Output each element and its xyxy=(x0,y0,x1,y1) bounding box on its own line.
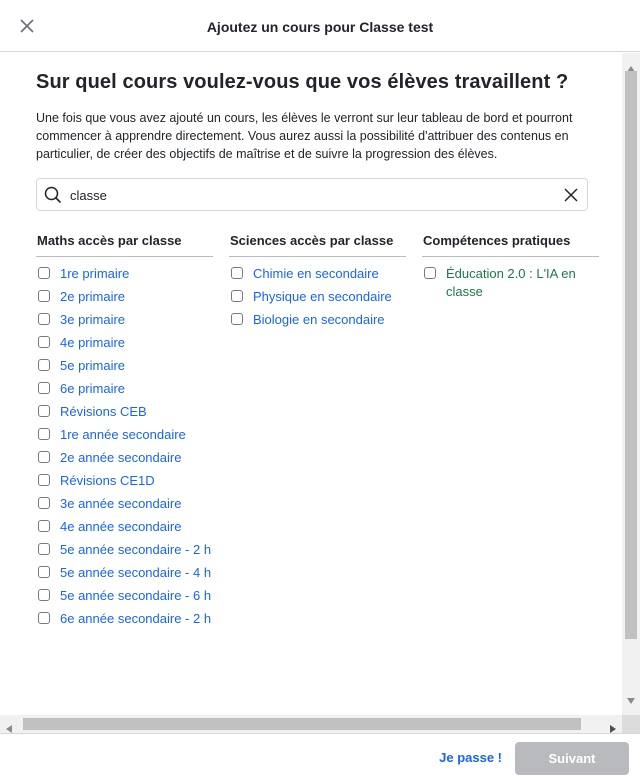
course-item[interactable]: Révisions CE1D xyxy=(36,472,213,490)
course-checkbox[interactable] xyxy=(38,428,50,440)
course-label[interactable]: 4e primaire xyxy=(60,335,125,350)
column-title: Compétences pratiques xyxy=(422,231,599,257)
course-label[interactable]: 2e primaire xyxy=(60,289,125,304)
course-item[interactable]: 5e primaire xyxy=(36,357,213,375)
course-label[interactable]: 6e année secondaire - 2 h xyxy=(60,611,211,626)
column-title: Maths accès par classe xyxy=(36,231,213,257)
course-label[interactable]: Chimie en secondaire xyxy=(253,266,379,281)
course-item[interactable]: 5e année secondaire - 4 h xyxy=(36,564,213,582)
course-label[interactable]: 6e primaire xyxy=(60,381,125,396)
course-label[interactable]: Éducation 2.0 : L'IA en classe xyxy=(446,266,576,299)
course-item[interactable]: 3e année secondaire xyxy=(36,495,213,513)
course-label[interactable]: 1re primaire xyxy=(60,266,129,281)
course-label[interactable]: 3e primaire xyxy=(60,312,125,327)
course-checkbox[interactable] xyxy=(38,359,50,371)
course-label[interactable]: 3e année secondaire xyxy=(60,496,181,511)
course-label[interactable]: Révisions CEB xyxy=(60,404,147,419)
scrollbar-corner xyxy=(622,715,640,733)
course-checkbox[interactable] xyxy=(38,589,50,601)
course-item[interactable]: 5e année secondaire - 6 h xyxy=(36,587,213,605)
search-icon xyxy=(44,186,62,204)
course-checkbox[interactable] xyxy=(38,451,50,463)
course-label[interactable]: 4e année secondaire xyxy=(60,519,181,534)
course-item[interactable]: 5e année secondaire - 2 h xyxy=(36,541,213,559)
course-checkbox[interactable] xyxy=(38,520,50,532)
course-item[interactable]: 6e année secondaire - 2 h xyxy=(36,610,213,628)
course-list: Chimie en secondaire Physique en seconda… xyxy=(229,257,406,329)
next-button[interactable]: Suivant xyxy=(515,742,629,775)
course-checkbox[interactable] xyxy=(231,290,243,302)
course-label[interactable]: 5e année secondaire - 4 h xyxy=(60,565,211,580)
skip-link[interactable]: Je passe ! xyxy=(439,750,502,765)
course-label[interactable]: Physique en secondaire xyxy=(253,289,392,304)
search-input[interactable] xyxy=(70,184,550,206)
course-item[interactable]: 1re primaire xyxy=(36,265,213,283)
course-label[interactable]: Biologie en secondaire xyxy=(253,312,385,327)
course-label[interactable]: 5e primaire xyxy=(60,358,125,373)
course-label[interactable]: 1re année secondaire xyxy=(60,427,186,442)
search-box xyxy=(36,178,588,211)
clear-search-icon[interactable] xyxy=(564,188,578,202)
course-checkbox[interactable] xyxy=(38,290,50,302)
course-item[interactable]: Biologie en secondaire xyxy=(229,311,406,329)
course-item[interactable]: 2e primaire xyxy=(36,288,213,306)
course-checkbox[interactable] xyxy=(231,267,243,279)
horizontal-scroll-thumb[interactable] xyxy=(23,718,581,730)
course-list: Éducation 2.0 : L'IA en classe xyxy=(422,257,599,301)
column-title: Sciences accès par classe xyxy=(229,231,406,257)
page-description: Une fois que vous avez ajouté un cours, … xyxy=(36,111,573,161)
course-checkbox[interactable] xyxy=(38,382,50,394)
course-item[interactable]: Révisions CEB xyxy=(36,403,213,421)
modal-title: Ajoutez un cours pour Classe test xyxy=(206,19,434,35)
course-list: 1re primaire 2e primaire 3e primaire 4e … xyxy=(36,257,213,628)
course-item[interactable]: 1re année secondaire xyxy=(36,426,213,444)
course-checkbox[interactable] xyxy=(424,267,436,279)
course-label[interactable]: 5e année secondaire - 2 h xyxy=(60,542,211,557)
column-maths: Maths accès par classe 1re primaire 2e p… xyxy=(36,231,213,633)
course-checkbox[interactable] xyxy=(38,474,50,486)
course-checkbox[interactable] xyxy=(231,313,243,325)
horizontal-scrollbar[interactable] xyxy=(0,715,622,733)
course-item[interactable]: 3e primaire xyxy=(36,311,213,329)
column-sciences: Sciences accès par classe Chimie en seco… xyxy=(229,231,406,334)
course-item[interactable]: 6e primaire xyxy=(36,380,213,398)
course-item[interactable]: 4e année secondaire xyxy=(36,518,213,536)
course-label[interactable]: 5e année secondaire - 6 h xyxy=(60,588,211,603)
modal-header: Ajoutez un cours pour Classe test xyxy=(0,0,640,52)
course-item[interactable]: Physique en secondaire xyxy=(229,288,406,306)
course-checkbox[interactable] xyxy=(38,336,50,348)
course-checkbox[interactable] xyxy=(38,497,50,509)
modal-content: Sur quel cours voulez-vous que vos élève… xyxy=(0,53,622,715)
vertical-scroll-thumb[interactable] xyxy=(625,71,637,639)
course-checkbox[interactable] xyxy=(38,543,50,555)
course-checkbox[interactable] xyxy=(38,267,50,279)
course-checkbox[interactable] xyxy=(38,566,50,578)
course-label[interactable]: 2e année secondaire xyxy=(60,450,181,465)
course-checkbox[interactable] xyxy=(38,612,50,624)
scroll-down-icon[interactable] xyxy=(627,691,635,709)
course-item[interactable]: Chimie en secondaire xyxy=(229,265,406,283)
modal-footer: Je passe ! Suivant xyxy=(0,733,640,781)
column-competences: Compétences pratiques Éducation 2.0 : L'… xyxy=(422,231,599,306)
course-checkbox[interactable] xyxy=(38,313,50,325)
course-item[interactable]: 2e année secondaire xyxy=(36,449,213,467)
course-item[interactable]: 4e primaire xyxy=(36,334,213,352)
page-heading: Sur quel cours voulez-vous que vos élève… xyxy=(36,71,569,93)
course-label[interactable]: Révisions CE1D xyxy=(60,473,155,488)
course-checkbox[interactable] xyxy=(38,405,50,417)
course-item[interactable]: Éducation 2.0 : L'IA en classe xyxy=(422,265,599,301)
vertical-scrollbar[interactable] xyxy=(622,53,640,715)
